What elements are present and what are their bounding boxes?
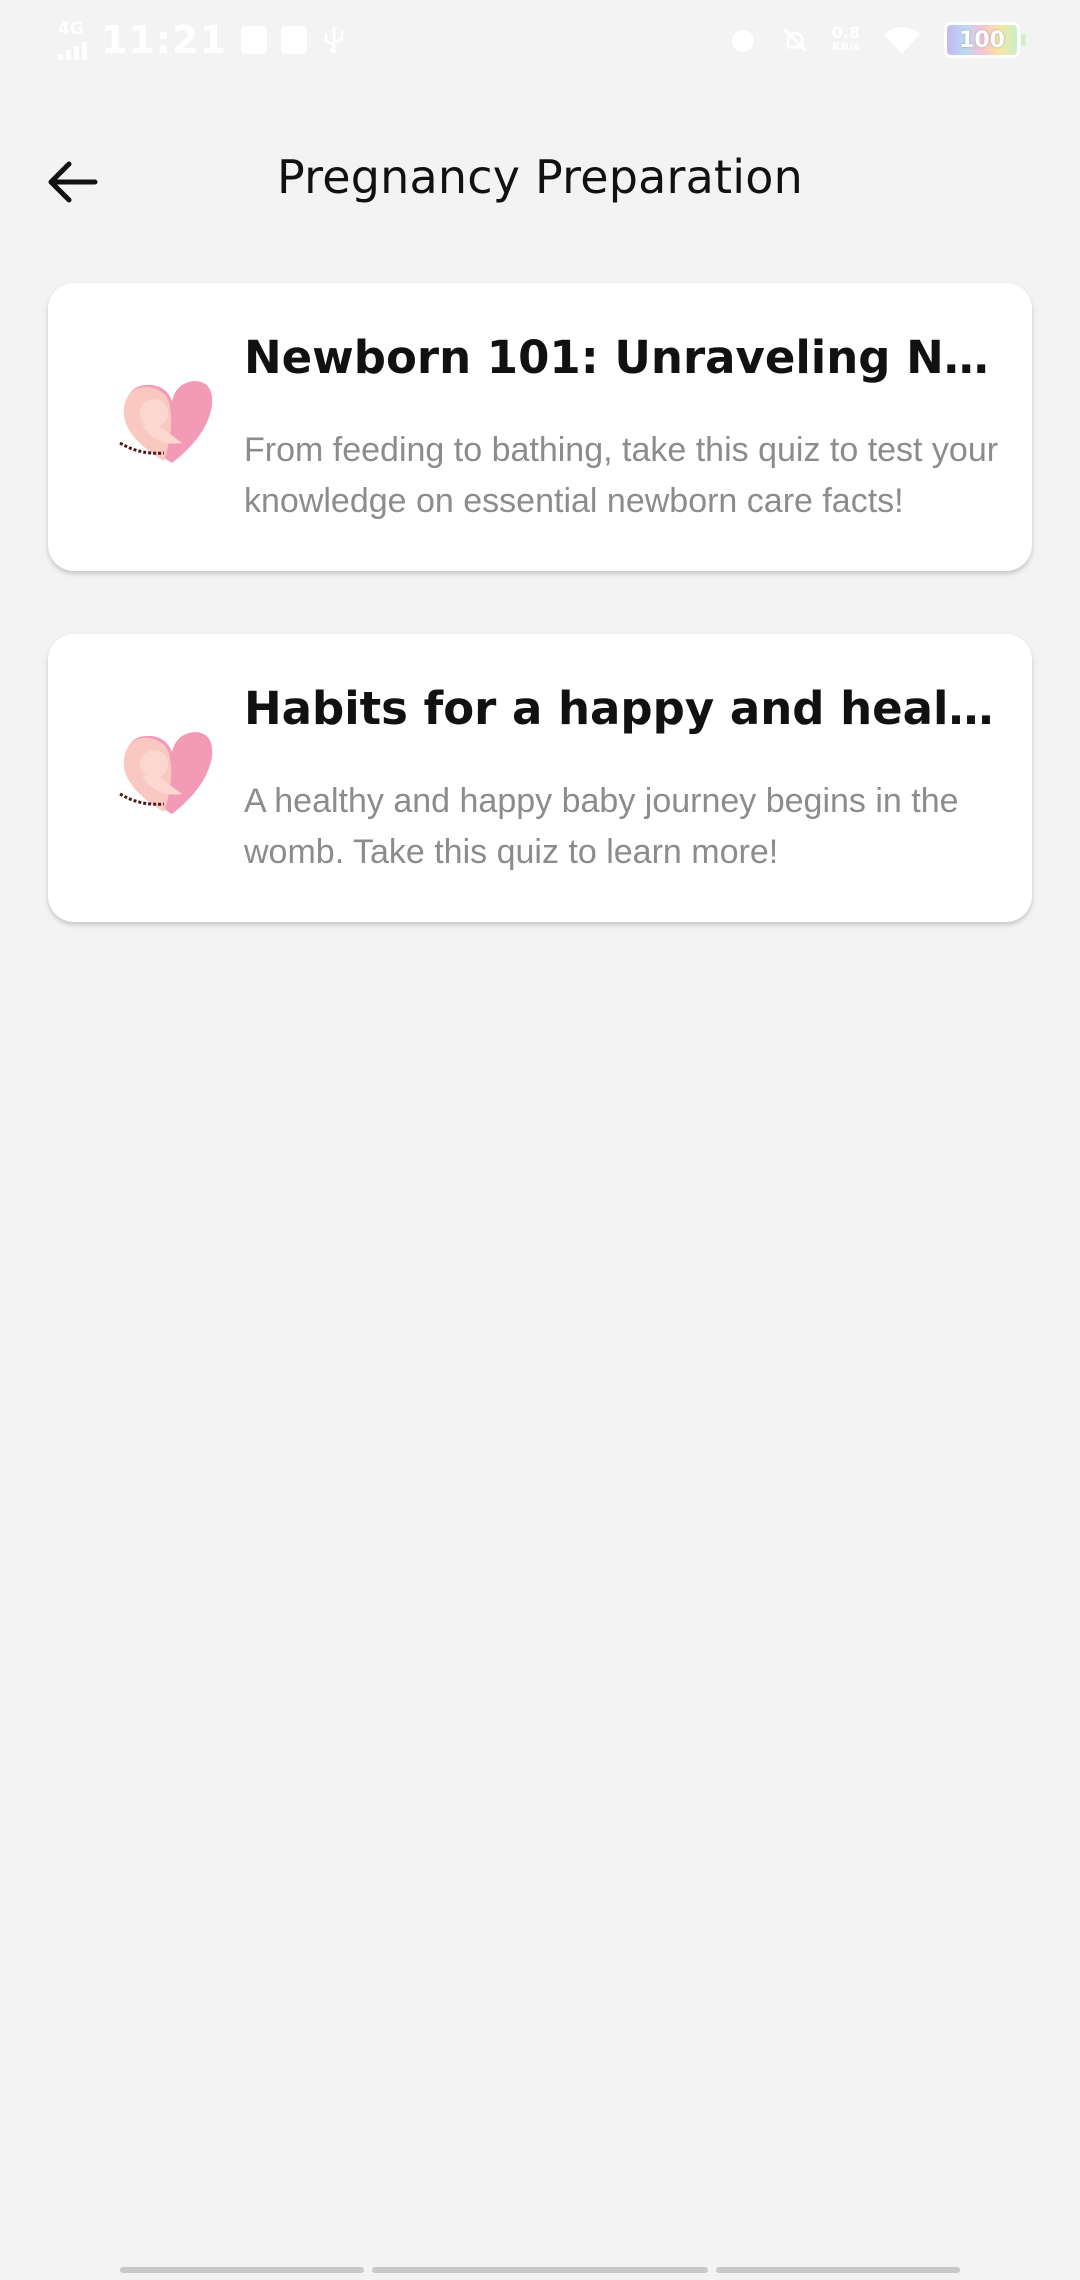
status-time: 11:21 [101,18,227,62]
status-left: 4G 11:21 [58,18,347,62]
alarm-icon [731,30,754,52]
quiz-card[interactable]: Newborn 101: Unraveling Newb... From fee… [48,283,1032,571]
quiz-title: Newborn 101: Unraveling Newb... [244,331,1004,384]
quiz-description: A healthy and happy baby journey begins … [244,782,959,871]
app-notification-icon [280,26,307,54]
usb-icon [324,27,344,55]
nav-indicator-right[interactable] [716,2267,960,2273]
bell-off-icon [782,27,807,53]
heart-baby-logo-icon [119,381,213,463]
speed-unit: KB/s [832,40,860,53]
status-bar: 4G 11:21 0.8 KB/s 100 [0,0,1080,84]
bottom-nav-indicators [0,2267,1080,2275]
page-title: Pregnancy Preparation [277,150,803,204]
status-right: 0.8 KB/s 100 [728,22,1026,58]
wifi-icon [884,27,920,54]
quiz-card[interactable]: Habits for a happy and healthy ... A hea… [48,634,1032,922]
battery-icon: 100 [944,22,1026,58]
app-header: Pregnancy Preparation [0,120,1080,240]
network-speed: 0.8 KB/s [832,25,860,54]
nav-indicator-center[interactable] [372,2267,708,2273]
quiz-description: From feeding to bathing, take this quiz … [244,431,999,520]
nav-indicator-left[interactable] [120,2267,364,2273]
heart-baby-logo-icon [119,732,213,814]
task-check-icon [240,26,267,54]
network-label: 4G [58,18,84,39]
quiz-title: Habits for a happy and healthy ... [244,682,1004,735]
battery-level: 100 [959,27,1005,53]
signal-icon [58,38,87,60]
